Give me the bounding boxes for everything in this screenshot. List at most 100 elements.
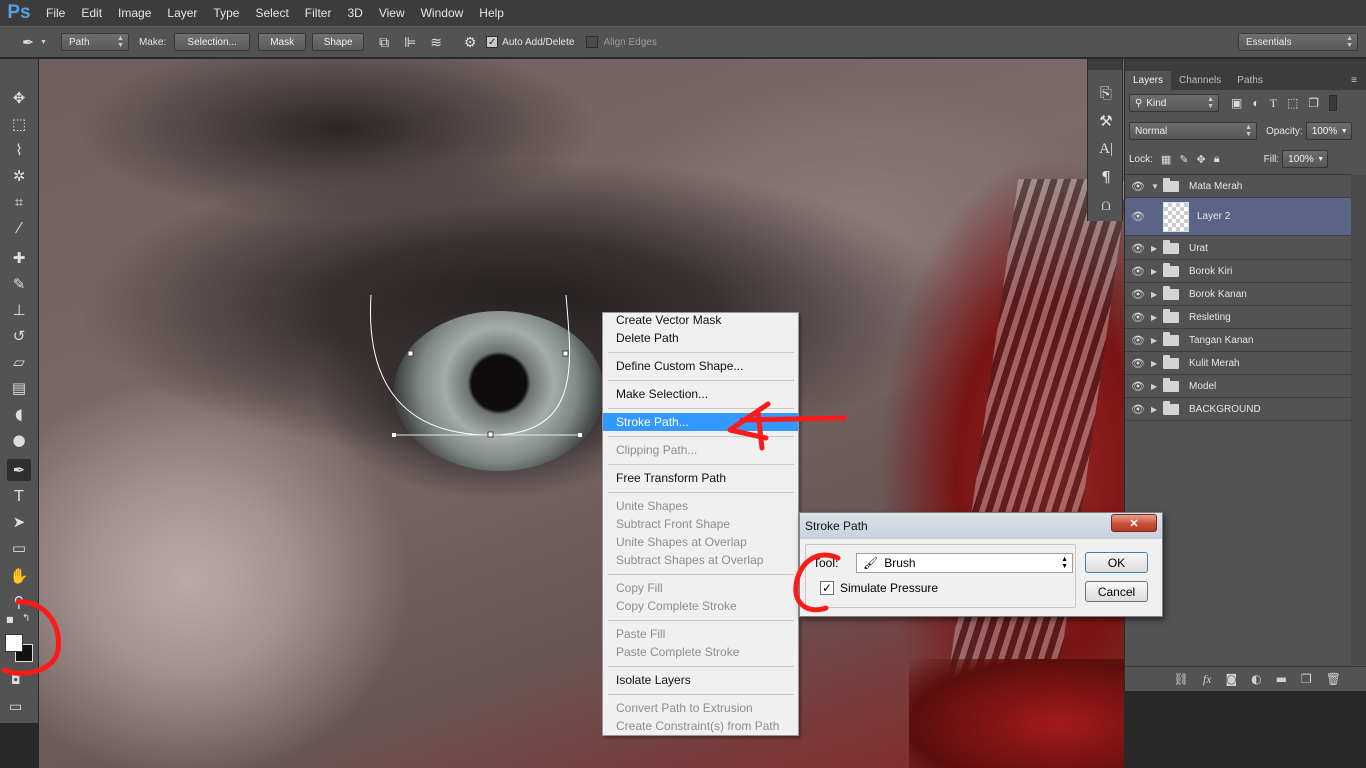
lasso-tool-icon[interactable]: ⌇ bbox=[7, 139, 31, 161]
cancel-button[interactable]: Cancel bbox=[1085, 581, 1148, 602]
visibility-eye-icon[interactable]: 👁︎ bbox=[1125, 334, 1151, 347]
layer-group-resleting[interactable]: 👁︎ ▶ Resleting bbox=[1125, 306, 1351, 329]
ok-button[interactable]: OK bbox=[1085, 552, 1148, 573]
anchor-point[interactable] bbox=[407, 350, 414, 357]
menu-item-subtract-front-shape[interactable]: Subtract Front Shape bbox=[603, 515, 798, 533]
path-arrangement-icon[interactable]: ≋ bbox=[426, 32, 446, 52]
path-operations-icon[interactable]: ⧉ bbox=[374, 32, 394, 52]
fill-field[interactable]: 100% ▼ bbox=[1282, 150, 1329, 168]
lock-pixels-icon[interactable]: ✎ bbox=[1179, 153, 1188, 166]
menu-select[interactable]: Select bbox=[247, 0, 296, 26]
menu-item-delete-path[interactable]: Delete Path bbox=[603, 329, 798, 347]
zoom-tool-icon[interactable]: ⚲ bbox=[7, 591, 31, 613]
filter-shape-icon[interactable]: ⬚ bbox=[1287, 96, 1298, 110]
lock-all-icon[interactable]: 🔒︎ bbox=[1214, 153, 1220, 166]
visibility-eye-icon[interactable]: 👁︎ bbox=[1125, 210, 1151, 223]
blend-mode-dropdown[interactable]: Normal ▲ ▼ bbox=[1129, 122, 1257, 140]
work-path[interactable] bbox=[39, 59, 1124, 768]
link-layers-icon[interactable]: ⛓ bbox=[1174, 672, 1189, 686]
layer-group-background[interactable]: 👁︎ ▶ BACKGROUND bbox=[1125, 398, 1351, 421]
simulate-pressure-checkbox[interactable]: ✓ bbox=[820, 581, 834, 595]
opacity-field[interactable]: 100% ▼ bbox=[1305, 122, 1352, 140]
menu-item-copy-fill[interactable]: Copy Fill bbox=[603, 579, 798, 597]
filter-type-icon[interactable]: T bbox=[1270, 96, 1277, 111]
blur-tool-icon[interactable]: ◖ bbox=[7, 403, 31, 425]
chevron-right-icon[interactable]: ▶ bbox=[1151, 382, 1163, 391]
trash-icon[interactable]: 🗑︎ bbox=[1326, 672, 1341, 686]
menu-item-paste-complete-stroke[interactable]: Paste Complete Stroke bbox=[603, 643, 798, 661]
character-panel-icon[interactable]: A| bbox=[1094, 137, 1118, 161]
menu-image[interactable]: Image bbox=[110, 0, 159, 26]
menu-item-subtract-shapes-overlap[interactable]: Subtract Shapes at Overlap bbox=[603, 551, 798, 569]
gear-icon[interactable]: ⚙ bbox=[460, 32, 480, 52]
layer-group-kulit-merah[interactable]: 👁︎ ▶ Kulit Merah bbox=[1125, 352, 1351, 375]
chevron-right-icon[interactable]: ▶ bbox=[1151, 267, 1163, 276]
history-brush-tool-icon[interactable]: ↺ bbox=[7, 325, 31, 347]
path-selection-tool-icon[interactable]: ➤ bbox=[7, 511, 31, 533]
layer-group-tangan-kanan[interactable]: 👁︎ ▶ Tangan Kanan bbox=[1125, 329, 1351, 352]
close-button[interactable]: ✕ bbox=[1111, 514, 1157, 532]
tab-layers[interactable]: Layers bbox=[1125, 71, 1172, 90]
menu-3d[interactable]: 3D bbox=[339, 0, 370, 26]
menu-help[interactable]: Help bbox=[471, 0, 512, 26]
menu-item-clipping-path[interactable]: Clipping Path... bbox=[603, 441, 798, 459]
menu-item-define-custom-shape[interactable]: Define Custom Shape... bbox=[603, 357, 798, 375]
type-tool-icon[interactable]: T bbox=[7, 485, 31, 507]
filter-pixel-icon[interactable]: ▣ bbox=[1231, 96, 1242, 110]
hand-tool-icon[interactable]: ✋ bbox=[7, 565, 31, 587]
menu-item-isolate-layers[interactable]: Isolate Layers bbox=[603, 671, 798, 689]
menu-item-stroke-path[interactable]: Stroke Path... bbox=[603, 413, 798, 431]
layer-group-borok-kanan[interactable]: 👁︎ ▶ Borok Kanan bbox=[1125, 283, 1351, 306]
lock-transparency-icon[interactable]: ▦ bbox=[1161, 153, 1171, 166]
dodge-tool-icon[interactable]: ● bbox=[7, 429, 31, 451]
chevron-right-icon[interactable]: ▶ bbox=[1151, 290, 1163, 299]
magic-wand-tool-icon[interactable]: ✲ bbox=[7, 165, 31, 187]
tool-select[interactable]: 🖌︎ Brush ▲ ▼ bbox=[856, 553, 1073, 573]
visibility-eye-icon[interactable]: 👁︎ bbox=[1125, 357, 1151, 370]
adjustment-layer-icon[interactable]: ◐ bbox=[1251, 672, 1261, 686]
chevron-right-icon[interactable]: ▶ bbox=[1151, 359, 1163, 368]
quick-mask-icon[interactable]: ◘ bbox=[11, 673, 21, 687]
chevron-right-icon[interactable]: ▶ bbox=[1151, 336, 1163, 345]
workspace-dropdown[interactable]: Essentials ▲ ▼ bbox=[1238, 33, 1358, 51]
history-panel-icon[interactable]: ⎘ bbox=[1094, 81, 1118, 105]
screen-mode-icon[interactable]: ▭ bbox=[9, 699, 22, 715]
adjustments-panel-icon[interactable]: ⩍ bbox=[1094, 193, 1118, 217]
menu-item-create-vector-mask[interactable]: Create Vector Mask bbox=[603, 311, 798, 329]
menu-window[interactable]: Window bbox=[413, 0, 472, 26]
menu-item-paste-fill[interactable]: Paste Fill bbox=[603, 625, 798, 643]
filter-smart-object-icon[interactable]: ❐ bbox=[1308, 96, 1319, 110]
gradient-tool-icon[interactable]: ▤ bbox=[7, 377, 31, 399]
new-group-folder-icon[interactable]: ▬ bbox=[1276, 672, 1287, 686]
make-selection-button[interactable]: Selection... bbox=[174, 33, 251, 51]
move-tool-icon[interactable]: ✥ bbox=[7, 87, 31, 109]
visibility-eye-icon[interactable]: 👁︎ bbox=[1125, 265, 1151, 278]
menu-item-unite-shapes-overlap[interactable]: Unite Shapes at Overlap bbox=[603, 533, 798, 551]
align-edges-checkbox[interactable] bbox=[586, 36, 599, 48]
rectangle-tool-icon[interactable]: ▭ bbox=[7, 537, 31, 559]
menu-item-convert-path-extrusion[interactable]: Convert Path to Extrusion bbox=[603, 699, 798, 717]
chevron-right-icon[interactable]: ▶ bbox=[1151, 313, 1163, 322]
tab-channels[interactable]: Channels bbox=[1171, 71, 1229, 90]
default-colors-icon[interactable]: ■ bbox=[6, 615, 14, 624]
healing-brush-tool-icon[interactable]: ✚ bbox=[7, 247, 31, 269]
layer-row-selected[interactable]: 👁︎ Layer 2 bbox=[1125, 198, 1351, 236]
path-alignment-icon[interactable]: ⊫ bbox=[400, 32, 420, 52]
anchor-point[interactable] bbox=[487, 431, 494, 438]
make-shape-button[interactable]: Shape bbox=[312, 33, 365, 51]
menu-view[interactable]: View bbox=[371, 0, 413, 26]
layer-group-borok-kiri[interactable]: 👁︎ ▶ Borok Kiri bbox=[1125, 260, 1351, 283]
pen-tool-preset-icon[interactable]: ✒ bbox=[18, 32, 38, 52]
tab-paths[interactable]: Paths bbox=[1229, 71, 1271, 90]
swap-colors-icon[interactable]: ↰ bbox=[22, 613, 30, 624]
menu-filter[interactable]: Filter bbox=[297, 0, 340, 26]
new-layer-icon[interactable]: ❐ bbox=[1301, 672, 1312, 686]
document-canvas[interactable] bbox=[39, 59, 1124, 768]
visibility-eye-icon[interactable]: 👁︎ bbox=[1125, 311, 1151, 324]
layers-scrollbar[interactable] bbox=[1351, 175, 1366, 665]
visibility-eye-icon[interactable]: 👁︎ bbox=[1125, 180, 1151, 193]
paragraph-panel-icon[interactable]: ¶ bbox=[1094, 165, 1118, 189]
menu-item-copy-complete-stroke[interactable]: Copy Complete Stroke bbox=[603, 597, 798, 615]
crop-tool-icon[interactable]: ⌗ bbox=[7, 191, 31, 213]
visibility-eye-icon[interactable]: 👁︎ bbox=[1125, 288, 1151, 301]
